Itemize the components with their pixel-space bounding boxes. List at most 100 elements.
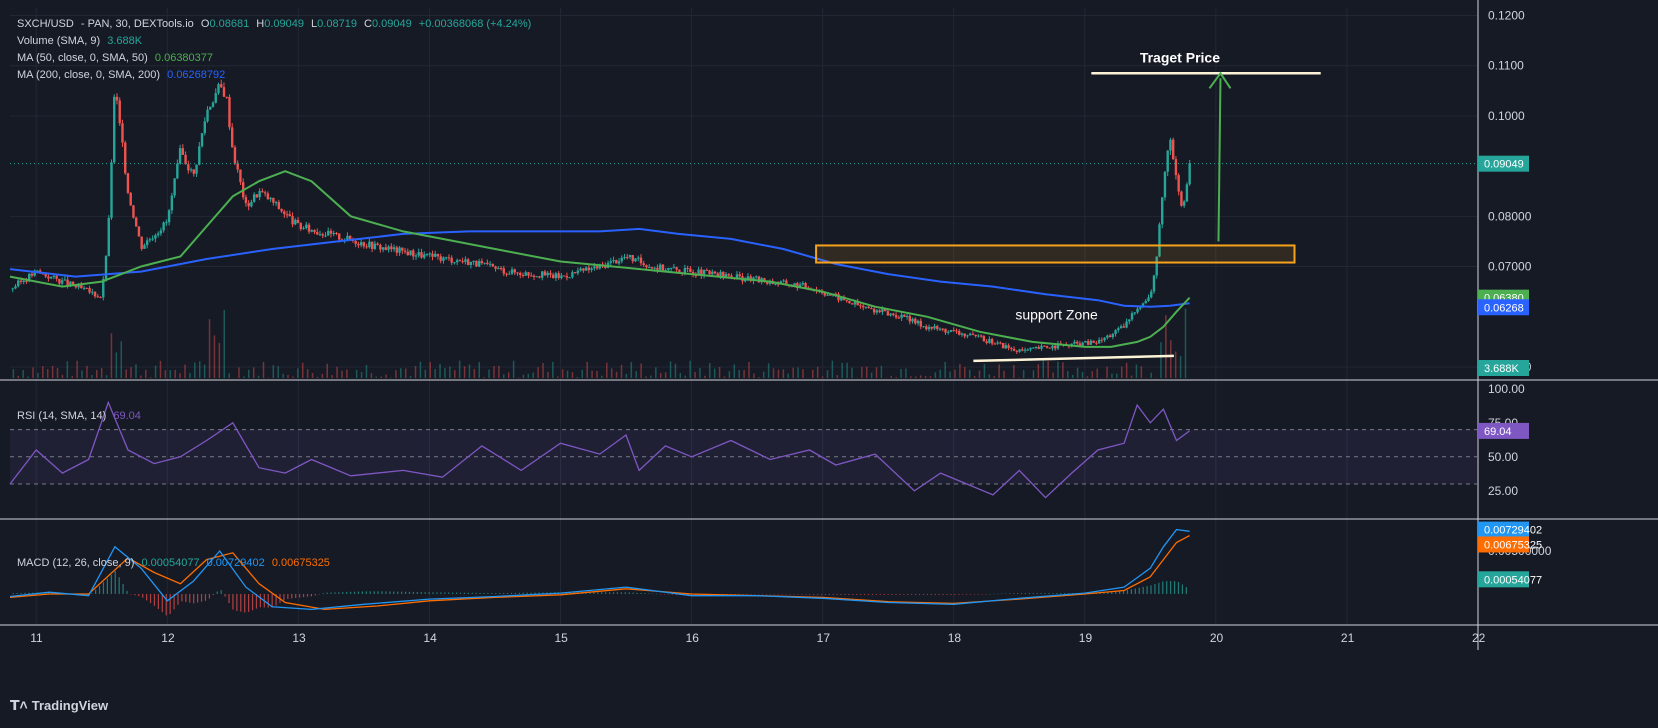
candle-body xyxy=(862,306,864,307)
macd-hist-bar xyxy=(1150,585,1151,594)
candle-body xyxy=(1002,343,1004,348)
candle-body xyxy=(324,236,326,237)
macd-hist-bar xyxy=(990,594,991,595)
candle-body xyxy=(942,329,944,330)
candle-body xyxy=(105,256,107,279)
candle-body xyxy=(302,228,304,229)
volume-bar xyxy=(194,363,196,378)
candle-body xyxy=(508,274,510,275)
candle-body xyxy=(360,242,362,245)
macd-hist-bar xyxy=(1048,593,1049,594)
candle-body xyxy=(996,343,998,344)
candle-body xyxy=(236,164,238,170)
candle-body xyxy=(283,211,285,214)
chart-svg[interactable]: Traget Pricesupport Zone0.12000.11000.10… xyxy=(0,0,1658,723)
volume-bars xyxy=(13,309,1187,378)
candle-body xyxy=(1084,341,1086,343)
volume-bar xyxy=(101,368,103,378)
volume-bar xyxy=(773,368,775,378)
candle-body xyxy=(418,252,420,255)
candle-body xyxy=(900,315,902,318)
rsi-tick-label: 100.00 xyxy=(1488,382,1525,396)
volume-bar xyxy=(984,364,986,378)
candle-body xyxy=(684,268,686,273)
volume-bar xyxy=(611,368,613,378)
macd-hist-bar xyxy=(770,594,771,595)
volume-bar xyxy=(542,363,544,378)
candle-body xyxy=(256,194,258,197)
macd-hist-bar xyxy=(338,592,339,594)
candle-body xyxy=(739,274,741,276)
candle-body xyxy=(541,271,543,277)
volume-bar xyxy=(116,352,118,378)
macd-hist-bar xyxy=(750,594,751,595)
candle-body xyxy=(887,311,889,315)
candle-body xyxy=(308,225,310,232)
candle-body xyxy=(568,277,570,278)
candle-body xyxy=(497,268,499,269)
candle-body xyxy=(168,210,170,222)
tradingview-brand[interactable]: 𝗧˄ TradingView xyxy=(10,697,108,714)
volume-bar xyxy=(317,377,319,378)
volume-bar xyxy=(483,377,485,378)
candle-body xyxy=(1016,351,1018,352)
macd-hist-bar xyxy=(899,594,900,595)
volume-bar xyxy=(954,370,956,378)
macd-line xyxy=(10,530,1190,610)
macd-hist-bar xyxy=(1064,593,1065,594)
macd-hist-bar xyxy=(193,594,194,603)
volume-bar xyxy=(62,375,64,378)
volume-bar xyxy=(586,362,588,378)
candle-body xyxy=(560,275,562,278)
candle-body xyxy=(1038,347,1040,349)
volume-bar xyxy=(910,376,912,378)
candle-body xyxy=(909,316,911,321)
candle-body xyxy=(492,264,494,267)
candle-body xyxy=(338,233,340,239)
volume-bar xyxy=(366,365,368,378)
macd-hist-bar xyxy=(240,594,241,612)
volume-bar xyxy=(537,367,539,378)
candle-body xyxy=(1018,349,1020,351)
candle-body xyxy=(925,326,927,329)
candle-body xyxy=(398,247,400,252)
support-zone-label: support Zone xyxy=(1015,306,1098,322)
candle-body xyxy=(755,276,757,277)
macd-hist-bar xyxy=(1009,593,1010,594)
macd-hist-bar xyxy=(150,594,151,603)
candle-body xyxy=(955,331,957,332)
volume-bar xyxy=(400,368,402,378)
candle-body xyxy=(130,193,132,206)
volume-bar xyxy=(866,367,868,378)
volume-bar xyxy=(680,373,682,378)
macd-hist-bar xyxy=(609,592,610,594)
macd-hist-bar xyxy=(138,594,139,596)
macd-hist-bar xyxy=(1056,593,1057,594)
candle-body xyxy=(50,277,52,279)
macd-hist-bar xyxy=(166,594,167,615)
candle-body xyxy=(1183,202,1185,206)
macd-hist-bar xyxy=(942,594,943,595)
candle-body xyxy=(876,310,878,312)
macd-hist-bar xyxy=(252,594,253,610)
exchange-label: - PAN, 30, DEXTools.io xyxy=(81,18,194,30)
macd-hist-bar xyxy=(958,594,959,595)
volume-bar xyxy=(209,319,211,378)
candle-body xyxy=(667,268,669,270)
candle-body xyxy=(538,276,540,277)
macd-hist-bar xyxy=(817,594,818,595)
candle-body xyxy=(459,260,461,261)
macd-hist-bar xyxy=(1139,588,1140,594)
macd-hist-bar xyxy=(1170,581,1171,594)
candle-body xyxy=(53,276,55,277)
price-legend: SXCH/USD - PAN, 30, DEXTools.io O0.08681… xyxy=(17,18,535,30)
ma200-value: 0.06268792 xyxy=(167,69,225,81)
macd-hist-bar xyxy=(946,594,947,595)
candle-body xyxy=(486,263,488,264)
macd-hist-bar xyxy=(13,593,14,594)
candle-body xyxy=(426,254,428,255)
candle-body xyxy=(14,286,16,288)
volume-bar xyxy=(1180,356,1182,378)
volume-tag: 3.688K xyxy=(1484,363,1520,375)
trading-chart[interactable]: Traget Pricesupport Zone0.12000.11000.10… xyxy=(0,0,1658,723)
